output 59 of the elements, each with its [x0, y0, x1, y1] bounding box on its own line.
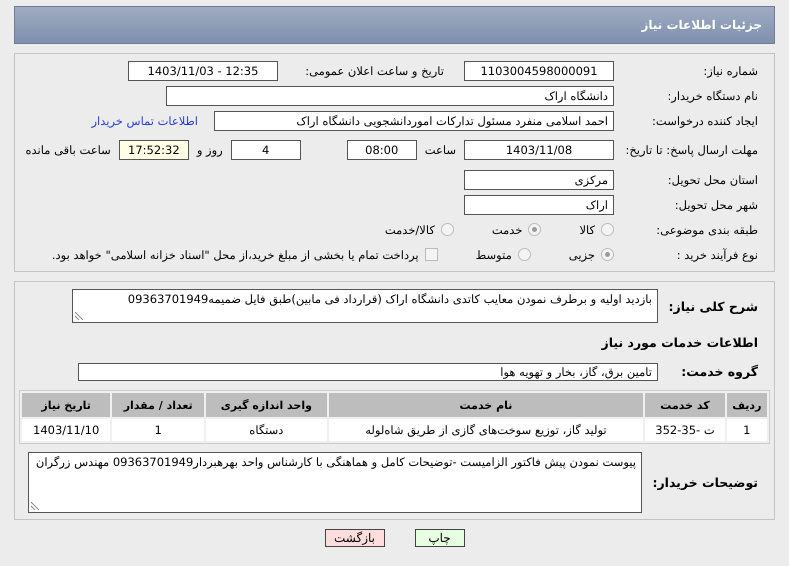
column-header: کد خدمت	[645, 393, 725, 417]
column-header: تاریخ نیاز	[22, 393, 110, 417]
description-field: بازدید اولیه و برطرف نمودن معایب کاتدی دانشگاه اراک (قرارداد فی مابین)طبق فایل ضمیمه09363701949	[72, 289, 658, 323]
field-label: استان محل تحویل:	[666, 172, 759, 186]
announce-date-field: 1403/11/03 - 12:35	[128, 60, 278, 80]
radio-label: جزیی	[568, 248, 595, 262]
deadline-time-field: 08:00	[346, 140, 417, 160]
field-label: طبقه بندی موضوعی:	[655, 222, 759, 236]
print-button[interactable]: چاپ	[414, 529, 464, 547]
table-cell: دستگاه	[206, 419, 327, 441]
checkbox[interactable]	[424, 248, 438, 261]
radio-button[interactable]	[518, 248, 531, 261]
need-number-field: 1103004598000091	[464, 60, 614, 80]
time-label: ساعت	[424, 143, 456, 157]
page-header: جزئیات اطلاعات نیاز	[14, 6, 775, 44]
remaining-time-field: 17:52:32	[118, 140, 189, 160]
field-label: شماره نیاز:	[702, 64, 759, 78]
buyer-notes-field: پیوست نمودن پیش فاکتور الزامیست -توضیحات کامل و هماهنگی با کارشناس واحد بهرهبردار09363701949 مهندس زرگران	[28, 452, 642, 513]
field-label: گروه خدمت:	[680, 364, 759, 379]
radio-label: کالا/خدمت	[384, 222, 435, 236]
column-header: واحد اندازه گیری	[206, 393, 327, 417]
radio-button[interactable]	[601, 223, 614, 236]
column-header: نام خدمت	[328, 393, 644, 417]
column-header: ردیف	[726, 393, 767, 417]
deadline-date-field: 1403/11/08	[464, 140, 614, 160]
radio-label: کالا	[579, 222, 595, 236]
back-button[interactable]: بازگشت	[324, 529, 384, 547]
creator-field: احمد اسلامی منفرد مسئول تدارکات اموردانشجویی دانشگاه اراک	[214, 110, 614, 130]
radio-label: خدمت	[492, 222, 522, 236]
field-label: توضیحات خریدار:	[651, 475, 759, 490]
radio-button[interactable]	[440, 223, 454, 236]
buyer-name-field: دانشگاه اراک	[166, 86, 614, 106]
radio-label: متوسط	[476, 248, 512, 262]
days-field: 4	[230, 140, 301, 160]
resize-grip-icon[interactable]	[31, 502, 39, 510]
days-label: روز و	[196, 143, 223, 157]
field-label: مهلت ارسال پاسخ: تا تاریخ:	[624, 143, 759, 157]
column-header: تعداد / مقدار	[112, 393, 204, 417]
field-label: نوع فرآیند خرید :	[676, 248, 759, 262]
field-label: تاریخ و ساعت اعلان عمومی:	[304, 64, 445, 78]
table-cell: تولید گاز، توزیع سوخت‌های گازی از طریق شاه‌لوله	[328, 419, 644, 441]
table-cell: ت -35-352	[645, 419, 725, 441]
city-field: اراک	[464, 194, 614, 214]
table-cell: 1403/11/10	[22, 419, 110, 441]
remaining-label: ساعت باقی مانده	[26, 143, 111, 157]
table-cell: 1	[726, 419, 767, 441]
radio-button[interactable]	[601, 248, 614, 261]
checkbox-label: پرداخت تمام یا بخشی از مبلغ خرید،از محل "اسناد خزانه اسلامی" خواهد بود.	[52, 248, 419, 262]
buyer-contact-link[interactable]: اطلاعات تماس خریدار	[91, 114, 198, 128]
field-label: نام دستگاه خریدار:	[666, 88, 759, 102]
section-title: اطلاعات خدمات مورد نیاز	[600, 335, 759, 350]
province-field: مرکزی	[464, 170, 614, 190]
field-label: شرح کلی نیاز:	[668, 298, 759, 314]
resize-grip-icon[interactable]	[75, 312, 83, 320]
service-group-field: تامین برق، گاز، بخار و تهویه هوا	[78, 362, 658, 380]
field-label: شهر محل تحویل:	[674, 198, 759, 212]
table-cell: 1	[112, 419, 204, 441]
radio-button[interactable]	[528, 223, 542, 236]
field-label: ایجاد کننده درخواست:	[651, 114, 759, 128]
